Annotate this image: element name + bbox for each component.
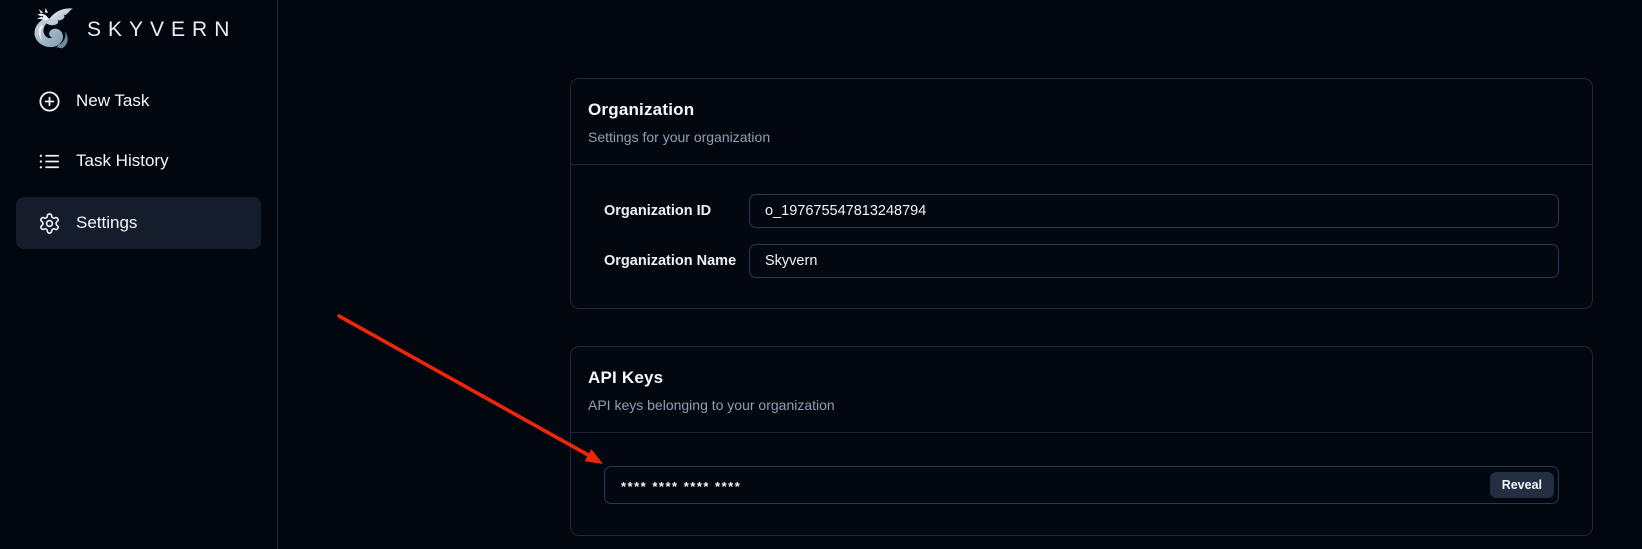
organization-id-row: Organization ID	[604, 194, 1559, 228]
api-keys-card-body: **** **** **** **** Reveal	[571, 433, 1592, 535]
brand-name: SKYVERN	[87, 18, 236, 42]
reveal-button[interactable]: Reveal	[1490, 472, 1554, 498]
api-keys-card: API Keys API keys belonging to your orga…	[570, 346, 1593, 536]
sidebar-item-label: Settings	[76, 213, 137, 233]
plus-circle-icon	[38, 90, 61, 113]
organization-id-label: Organization ID	[604, 203, 737, 219]
api-keys-card-subtitle: API keys belonging to your organization	[588, 397, 1575, 413]
organization-card-title: Organization	[588, 100, 1575, 120]
sidebar-item-task-history[interactable]: Task History	[16, 137, 261, 185]
organization-card-body: Organization ID Organization Name	[571, 165, 1592, 308]
brand-logo[interactable]: SKYVERN	[0, 0, 277, 56]
api-key-field[interactable]: **** **** **** **** Reveal	[604, 466, 1559, 504]
organization-name-row: Organization Name	[604, 244, 1559, 278]
sidebar-item-label: Task History	[76, 151, 169, 171]
list-icon	[38, 150, 61, 173]
organization-name-input[interactable]	[749, 244, 1559, 278]
sidebar-nav: New Task Task History	[0, 56, 277, 249]
sidebar: SKYVERN New Task	[0, 0, 278, 549]
sidebar-item-label: New Task	[76, 91, 149, 111]
organization-id-input[interactable]	[749, 194, 1559, 228]
api-keys-card-title: API Keys	[588, 368, 1575, 388]
organization-card: Organization Settings for your organizat…	[570, 78, 1593, 309]
api-keys-card-header: API Keys API keys belonging to your orga…	[571, 347, 1592, 433]
organization-card-subtitle: Settings for your organization	[588, 129, 1575, 145]
sidebar-item-settings[interactable]: Settings	[16, 197, 261, 249]
settings-page: Organization Settings for your organizat…	[570, 78, 1593, 536]
api-key-masked-value: **** **** **** ****	[621, 478, 1490, 493]
gear-icon	[38, 212, 61, 235]
dragon-logo-icon	[28, 5, 78, 55]
organization-name-label: Organization Name	[604, 253, 737, 269]
organization-card-header: Organization Settings for your organizat…	[571, 79, 1592, 165]
sidebar-item-new-task[interactable]: New Task	[16, 77, 261, 125]
